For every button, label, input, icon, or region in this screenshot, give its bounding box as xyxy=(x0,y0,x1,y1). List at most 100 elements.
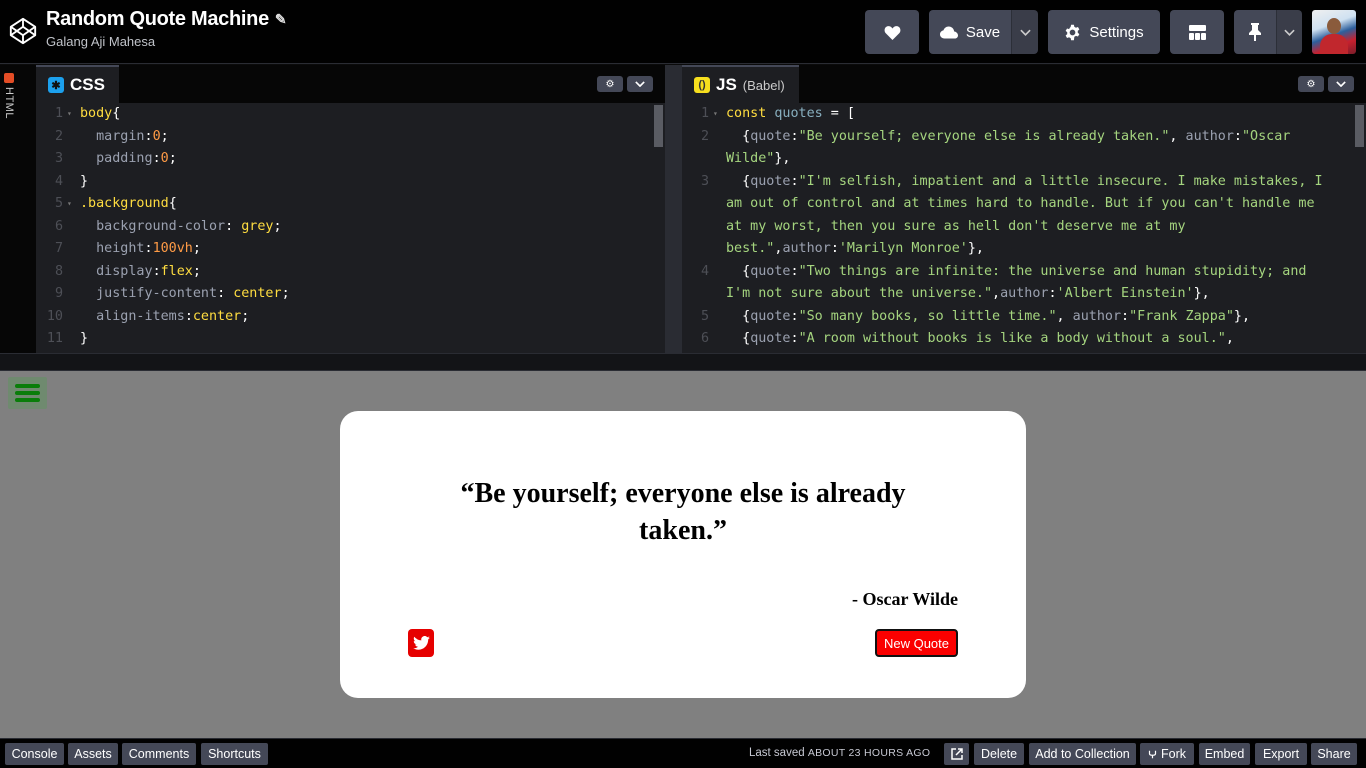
fold-arrow-icon[interactable]: ▾ xyxy=(713,103,718,126)
css-tab[interactable]: ✱ CSS xyxy=(36,65,119,103)
line-number: 2 xyxy=(700,128,709,144)
code-line[interactable]: 8 display:flex; xyxy=(36,261,665,284)
save-button[interactable]: Save xyxy=(929,10,1011,54)
export-button[interactable]: Export xyxy=(1255,743,1307,765)
code-token: center xyxy=(192,308,242,324)
assets-button[interactable]: Assets xyxy=(68,743,118,765)
css-icon: ✱ xyxy=(48,77,64,93)
pen-title[interactable]: Random Quote Machine ✎ xyxy=(46,8,287,31)
js-code-area[interactable]: 1 ▾ const quotes = [2 {quote:"Be yourself;… xyxy=(682,103,1326,353)
tweet-quote-button[interactable] xyxy=(408,629,434,657)
code-line[interactable]: 3 {quote:"I'm selfish, impatient and a l… xyxy=(682,171,1326,261)
user-avatar[interactable] xyxy=(1312,10,1356,54)
code-line[interactable]: 11} xyxy=(36,328,665,351)
change-view-button[interactable] xyxy=(1170,10,1224,54)
code-token: ; xyxy=(273,218,282,234)
codepen-logo-icon[interactable] xyxy=(8,16,38,46)
pin-icon xyxy=(1249,23,1261,41)
quote-author: - Oscar Wilde xyxy=(851,589,958,609)
code-token: grey xyxy=(241,218,274,234)
fold-arrow-icon[interactable]: ▾ xyxy=(67,103,72,126)
js-tab[interactable]: () JS (Babel) xyxy=(682,65,799,103)
open-in-new-window-button[interactable] xyxy=(944,743,969,765)
code-token: background-color xyxy=(80,218,226,234)
js-scrollbar[interactable] xyxy=(1355,105,1364,147)
code-line[interactable]: 1 ▾ const quotes = [ xyxy=(682,103,1326,126)
share-button[interactable]: Share xyxy=(1311,743,1357,765)
pencil-icon[interactable]: ✎ xyxy=(275,11,287,28)
code-line[interactable]: 2 margin:0; xyxy=(36,126,665,149)
code-line[interactable]: 10 align-items:center; xyxy=(36,306,665,329)
code-line[interactable]: 1 ▾ body{ xyxy=(36,103,665,126)
pin-options-button[interactable] xyxy=(1276,10,1302,54)
code-line[interactable]: 5 ▾ .background{ xyxy=(36,193,665,216)
new-quote-button[interactable]: New Quote xyxy=(875,629,958,657)
pen-author[interactable]: Galang Aji Mahesa xyxy=(46,34,286,49)
embed-button[interactable]: Embed xyxy=(1199,743,1250,765)
code-token: : xyxy=(790,331,799,346)
css-tab-label: CSS xyxy=(70,75,105,94)
code-token: { xyxy=(726,128,751,144)
code-line[interactable]: 2 {quote:"Be yourself; everyone else is … xyxy=(682,126,1326,171)
code-line[interactable]: 6 background-color: grey; xyxy=(36,216,665,239)
save-options-button[interactable] xyxy=(1011,10,1038,54)
line-number: 4 xyxy=(54,173,63,189)
editor-header: Random Quote Machine ✎ Galang Aji Mahesa… xyxy=(0,0,1366,64)
js-collapse-button[interactable] xyxy=(1328,76,1354,92)
add-to-collection-button[interactable]: Add to Collection xyxy=(1029,743,1136,765)
line-number: 1 xyxy=(700,106,709,121)
delete-button[interactable]: Delete xyxy=(974,743,1024,765)
code-token: display xyxy=(80,263,153,279)
code-token: = [ xyxy=(822,106,855,121)
editors-area: HTML ✱ CSS ⚙ 1 ▾ body{2 margin:0; 3 padding… xyxy=(0,65,1366,353)
code-token: const xyxy=(726,106,775,121)
code-line[interactable]: 9 justify-content: center; xyxy=(36,283,665,306)
code-line[interactable]: 3 padding:0; xyxy=(36,148,665,171)
hamburger-menu-icon[interactable] xyxy=(8,377,47,409)
editor-resize-handle[interactable] xyxy=(18,65,36,353)
line-number: 1 xyxy=(54,106,63,121)
console-button[interactable]: Console xyxy=(5,743,64,765)
code-token: "So many books, so little time." xyxy=(798,308,1057,324)
line-number: 6 xyxy=(54,218,63,234)
chevron-down-icon xyxy=(1019,29,1031,36)
pin-button[interactable] xyxy=(1234,10,1276,54)
code-token: quote xyxy=(750,331,791,346)
code-token: margin xyxy=(80,128,145,144)
code-token: 'Marilyn Monroe' xyxy=(838,241,968,256)
code-line[interactable]: 7 height:100vh; xyxy=(36,238,665,261)
js-settings-button[interactable]: ⚙ xyxy=(1298,76,1324,92)
shortcuts-button[interactable]: Shortcuts xyxy=(201,743,268,765)
fork-label: Fork xyxy=(1161,747,1186,761)
code-token: author xyxy=(1072,308,1122,324)
fork-button[interactable]: Fork xyxy=(1140,743,1194,765)
line-number: 10 xyxy=(46,308,63,324)
code-line[interactable]: 6 {quote:"A room without books is like a… xyxy=(682,328,1326,351)
html-icon xyxy=(4,73,14,83)
comments-button[interactable]: Comments xyxy=(122,743,196,765)
settings-button[interactable]: Settings xyxy=(1048,10,1160,54)
love-button[interactable] xyxy=(865,10,919,54)
code-line[interactable]: 4 {quote:"Two things are infinite: the u… xyxy=(682,261,1326,306)
code-token: "Be yourself; everyone else is already t… xyxy=(798,128,1170,144)
css-scrollbar[interactable] xyxy=(654,105,663,147)
line-number: 3 xyxy=(700,173,709,189)
code-line[interactable]: 4} xyxy=(36,171,665,194)
code-token: , xyxy=(1225,331,1234,346)
quote-text: “Be yourself; everyone else is already t… xyxy=(460,478,906,546)
code-token: quote xyxy=(750,263,791,279)
css-collapse-button[interactable] xyxy=(627,76,653,92)
code-line[interactable]: 5 {quote:"So many books, so little time.… xyxy=(682,306,1326,329)
html-editor-collapsed[interactable]: HTML xyxy=(0,65,18,353)
code-token: : xyxy=(790,308,799,324)
preview-resize-bar[interactable] xyxy=(0,353,1366,371)
pane-divider[interactable] xyxy=(665,65,682,353)
code-token: justify-content xyxy=(80,286,218,301)
css-settings-button[interactable]: ⚙ xyxy=(597,76,623,92)
fold-arrow-icon[interactable]: ▾ xyxy=(67,193,72,216)
line-number: 3 xyxy=(54,151,63,166)
code-token: quote xyxy=(750,308,791,324)
code-token: 0 xyxy=(152,128,161,144)
js-icon: () xyxy=(694,77,710,93)
css-code-area[interactable]: 1 ▾ body{2 margin:0; 3 padding:0; 4} 5 ▾ .backg… xyxy=(36,103,665,353)
